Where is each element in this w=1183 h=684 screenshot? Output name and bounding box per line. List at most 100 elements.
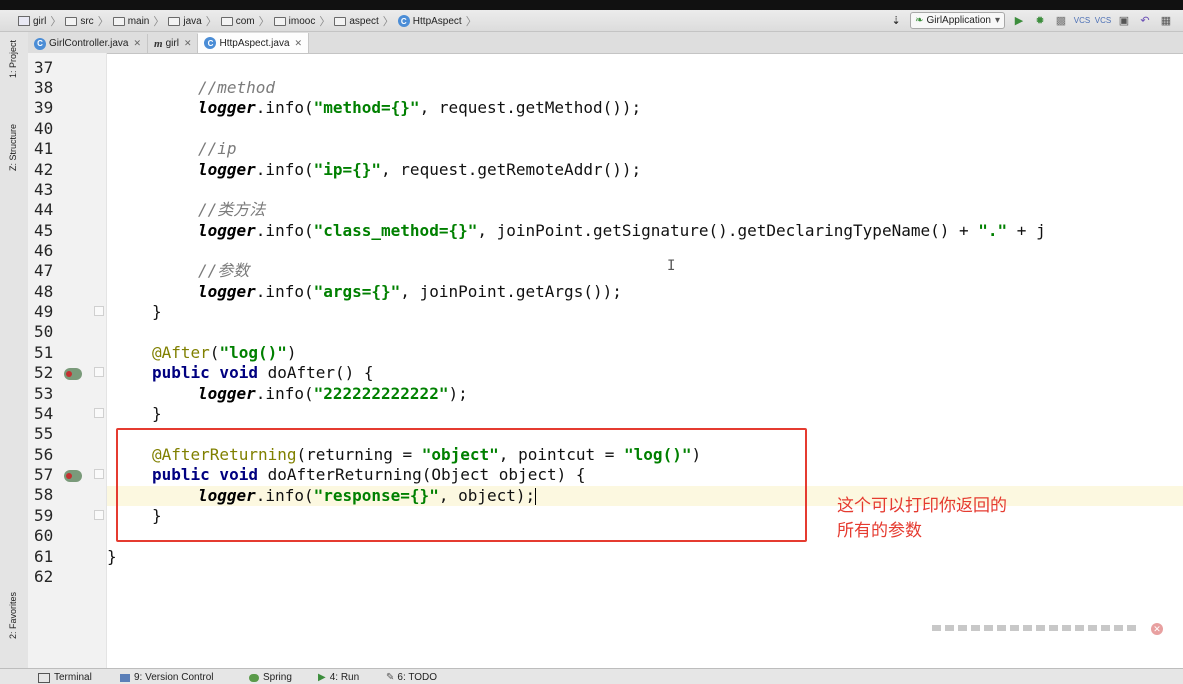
sort-icon[interactable]: ⇣ (889, 14, 903, 28)
class-icon: C (397, 15, 410, 27)
fold-marker-icon[interactable] (94, 469, 104, 479)
settings-icon[interactable]: ▦ (1159, 14, 1173, 28)
class-icon: C (34, 37, 46, 50)
tab-httpaspect[interactable]: C HttpAspect.java ✕ (198, 33, 310, 53)
line-number: 47 (34, 261, 54, 280)
line-number: 48 (34, 282, 54, 301)
line-number: 50 (34, 322, 54, 341)
coverage-icon[interactable]: ▩ (1054, 14, 1068, 28)
code-line-54: } (152, 404, 162, 423)
folder-icon (112, 16, 125, 26)
close-icon[interactable]: ✕ (295, 38, 303, 49)
run-toolbar: ⇣ ❧ GirlApplication ▾ ▶ ✹ ▩ VCS VCS ▣ ↶ ▦ (889, 12, 1173, 29)
code-line-47: //参数 (198, 261, 250, 280)
breadcrumb-item-httpaspect[interactable]: C HttpAspect (397, 15, 462, 27)
spring-button[interactable]: Spring (249, 672, 292, 683)
fold-marker-icon[interactable] (94, 408, 104, 418)
chevron-right-icon: 〉 (258, 16, 270, 28)
line-number: 49 (34, 302, 54, 321)
todo-icon: ✎ (386, 672, 395, 683)
code-line-41: //ip (198, 139, 237, 158)
tab-girlcontroller[interactable]: C GirlController.java ✕ (28, 34, 149, 53)
code-line-45: logger.info("class_method={}", joinPoint… (198, 221, 1046, 240)
debug-icon[interactable]: ✹ (1033, 14, 1047, 28)
terminal-button[interactable]: Terminal (38, 672, 92, 683)
line-number: 62 (34, 567, 54, 586)
run-configuration-select[interactable]: ❧ GirlApplication ▾ (910, 12, 1005, 29)
line-number: 60 (34, 526, 54, 545)
class-icon: C (204, 37, 217, 49)
line-number: 61 (34, 547, 54, 566)
breadcrumb-item-com[interactable]: com (220, 16, 255, 27)
code-line-48: logger.info("args={}", joinPoint.getArgs… (198, 282, 622, 301)
line-number: 41 (34, 139, 54, 158)
maven-icon: m (154, 37, 163, 50)
terminal-icon (38, 672, 50, 683)
breadcrumb-item-src[interactable]: src (65, 16, 94, 27)
error-indicator-icon[interactable]: ✕ (1151, 623, 1163, 635)
folder-icon (220, 16, 233, 26)
fold-marker-icon[interactable] (94, 510, 104, 520)
vcs-icon (120, 673, 130, 682)
folder-icon (168, 16, 181, 26)
line-number: 37 (34, 58, 54, 77)
fold-marker-icon[interactable] (94, 306, 104, 316)
code-line-49: } (152, 302, 162, 321)
chevron-right-icon: 〉 (97, 16, 109, 28)
run-icon[interactable]: ▶ (1012, 14, 1026, 28)
line-number: 44 (34, 200, 54, 219)
chevron-right-icon: 〉 (319, 16, 331, 28)
breadcrumb-item-imooc[interactable]: imooc (273, 16, 315, 27)
code-line-44: //类方法 (198, 200, 266, 219)
line-number: 42 (34, 160, 54, 179)
navigation-bar: girl 〉 src 〉 main 〉 java 〉 com 〉 imooc 〉 aspec… (0, 10, 1183, 32)
chevron-right-icon: 〉 (382, 16, 394, 28)
chevron-right-icon: 〉 (153, 16, 165, 28)
chevron-right-icon: 〉 (205, 16, 217, 28)
breadcrumb-item-aspect[interactable]: aspect (334, 16, 379, 27)
history-icon[interactable]: ▣ (1117, 14, 1131, 28)
chevron-down-icon: ▾ (994, 15, 1000, 26)
code-line-42: logger.info("ip={}", request.getRemoteAd… (198, 160, 642, 179)
close-icon[interactable]: ✕ (133, 38, 141, 49)
vcs-commit-icon[interactable]: VCS (1095, 14, 1111, 28)
aspect-advice-icon[interactable] (64, 470, 82, 482)
version-control-button[interactable]: 9: Version Control (120, 672, 214, 683)
chevron-right-icon: 〉 (50, 16, 62, 28)
line-number: 51 (34, 343, 54, 362)
line-number: 40 (34, 119, 54, 138)
text-cursor-icon: I (667, 258, 676, 274)
code-line-52: public void doAfter() { (152, 363, 374, 382)
module-icon (18, 16, 30, 26)
editor-tabs: C GirlController.java ✕ m girl ✕ C HttpAspect… (28, 32, 1183, 54)
bottom-tool-window-bar: Terminal 9: Version Control Spring ▶ 4: R… (0, 668, 1183, 684)
todo-button[interactable]: ✎ 6: TODO (386, 672, 437, 683)
line-number: 43 (34, 180, 54, 199)
chevron-right-icon: 〉 (465, 16, 477, 28)
tab-girl[interactable]: m girl ✕ (148, 34, 199, 53)
code-editor[interactable]: //method logger.info("method={}", reques… (107, 53, 1183, 668)
line-number: 45 (34, 221, 54, 240)
close-icon[interactable]: ✕ (184, 38, 192, 49)
aspect-advice-icon[interactable] (64, 368, 82, 380)
breadcrumb-item-main[interactable]: main (112, 16, 149, 27)
fold-marker-icon[interactable] (94, 367, 104, 377)
favorites-toolwindow-button[interactable]: 2: Favorites (8, 592, 18, 639)
breadcrumb-item-girl[interactable]: girl (18, 16, 46, 27)
code-line-61: } (107, 547, 117, 566)
run-icon: ▶ (318, 672, 326, 683)
code-line-38: //method (198, 78, 276, 97)
run-button[interactable]: ▶ 4: Run (318, 672, 359, 683)
line-number: 55 (34, 424, 54, 443)
left-tool-window-bar: 1: Project Z: Structure 2: Favorites (0, 32, 29, 668)
line-number: 52 (34, 363, 54, 382)
line-number: 58 (34, 485, 54, 504)
undo-icon[interactable]: ↶ (1138, 14, 1152, 28)
project-toolwindow-button[interactable]: 1: Project (8, 40, 18, 78)
code-line-51: @After("log()") (152, 343, 297, 362)
folder-icon (273, 16, 286, 26)
scrollbar-markers (932, 625, 1138, 631)
structure-toolwindow-button[interactable]: Z: Structure (8, 124, 18, 171)
breadcrumb-item-java[interactable]: java (168, 16, 202, 27)
vcs-update-icon[interactable]: VCS (1074, 14, 1090, 28)
